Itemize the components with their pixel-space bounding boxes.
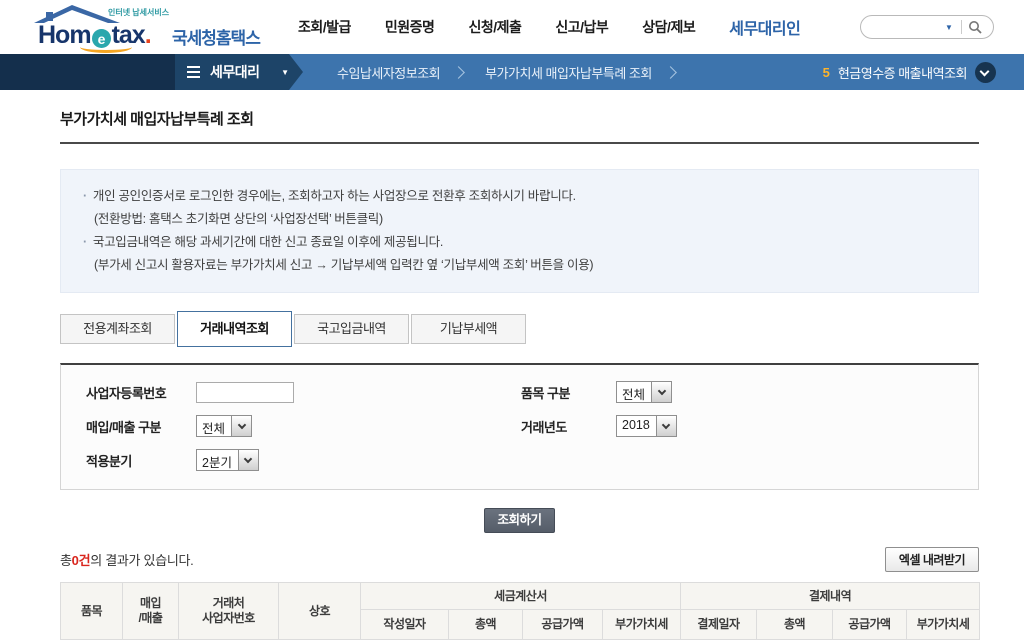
nav-item-report-pay[interactable]: 신고/납부	[555, 17, 608, 37]
excel-download-button[interactable]: 엑셀 내려받기	[884, 547, 979, 572]
col-header-company-name: 상호	[278, 582, 361, 640]
col-header-product: 품목	[60, 582, 123, 640]
logo-org-name: 국세청홈택스	[172, 29, 261, 48]
item-type-label: 품목 구분	[521, 385, 570, 401]
result-count-value: 0건	[71, 553, 91, 568]
nav-item-tax-agent[interactable]: 세무대리인	[729, 15, 801, 39]
select-arrow-icon	[237, 450, 258, 470]
col-header-payment-date: 결제일자	[680, 609, 758, 640]
col-header-issue-date: 작성일자	[360, 609, 449, 640]
gnb-left-strip	[0, 54, 178, 90]
biz-no-input[interactable]	[196, 381, 294, 403]
page-title: 부가가치세 매입자납부특례 조회	[60, 108, 979, 144]
nav-item-consult-report[interactable]: 상담/제보	[642, 17, 695, 37]
nav-item-civil-certificate[interactable]: 민원증명	[385, 17, 435, 37]
chevron-down-icon	[979, 66, 990, 76]
logo-orange-swoosh	[80, 41, 132, 53]
quick-link-expand-button[interactable]	[975, 61, 996, 83]
breadcrumb: 수임납세자정보조회 부가가치세 매입자납부특례 조회	[329, 63, 689, 82]
top-header: 인터넷 납세서비스 Hom e tax. 국세청홈택스 조회/발급 민원증명 신청/…	[0, 0, 1024, 54]
select-arrow-icon	[651, 382, 672, 402]
item-type-select[interactable]: 전체	[616, 381, 673, 403]
notice-line: 개인 공인인증서로 로그인한 경우에는, 조회하고자 하는 사업장으로 전환후 …	[83, 185, 956, 208]
col-header-pay-supply-value: 공급가액	[832, 609, 908, 640]
nav-item-apply-submit[interactable]: 신청/제출	[468, 17, 521, 37]
tab-bar: 전용계좌조회 거래내역조회 국고입금내역 기납부세액	[60, 311, 979, 347]
select-arrow-icon	[655, 416, 676, 436]
search-icon[interactable]	[966, 18, 984, 36]
notice-box: 개인 공인인증서로 로그인한 경우에는, 조회하고자 하는 사업장으로 전환후 …	[60, 169, 979, 293]
global-nav: 조회/발급 민원증명 신청/제출 신고/납부 상담/제보 세무대리인	[298, 15, 860, 39]
main-content: 부가가치세 매입자납부특례 조회 개인 공인인증서로 로그인한 경우에는, 조회…	[60, 108, 981, 640]
chevron-right-icon	[663, 65, 677, 79]
quarter-label: 적용분기	[86, 453, 132, 469]
search-input[interactable]	[871, 21, 941, 33]
quarter-select[interactable]: 2분기	[196, 449, 259, 471]
inout-type-select[interactable]: 전체	[196, 415, 253, 437]
col-header-supply-value: 공급가액	[522, 609, 603, 640]
side-menu-toggle[interactable]: 세무대리 ▼	[175, 54, 303, 90]
logo-red-dot: .	[144, 21, 152, 49]
result-count-text: 총0건의 결과가 있습니다.	[60, 553, 194, 568]
notice-subline: (부가세 신고시 활용자료는 부가가치세 신고 → 기납부세액 입력칸 옆 ‘기…	[94, 258, 594, 272]
col-header-total-amount: 총액	[448, 609, 523, 640]
search-divider	[960, 20, 962, 34]
quick-link-number: 5	[822, 64, 830, 80]
quick-link-banner: 5 현금영수증 매출내역조회	[823, 54, 996, 90]
col-header-pay-vat: 부가가치세	[906, 609, 981, 640]
tab-treasury-deposit[interactable]: 국고입금내역	[294, 314, 409, 344]
quick-link-label[interactable]: 현금영수증 매출내역조회	[838, 63, 968, 82]
col-header-partner-bizno: 거래처 사업자번호	[178, 582, 279, 640]
breadcrumb-bar: 세무대리 ▼ 수임납세자정보조회 부가가치세 매입자납부특례 조회 5 현금영수…	[0, 54, 1024, 90]
inout-type-label: 매입/매출 구분	[86, 419, 161, 435]
chevron-right-icon	[452, 65, 466, 79]
notice-line: 국고입금내역은 해당 과세기간에 대한 신고 종료일 이후에 제공됩니다.	[83, 231, 956, 254]
search-dropdown-icon[interactable]: ▼	[941, 23, 957, 32]
biz-no-label: 사업자등록번호	[86, 385, 167, 401]
hamburger-icon	[187, 66, 200, 78]
tab-prepaid-tax[interactable]: 기납부세액	[411, 314, 526, 344]
hometax-logo[interactable]: 인터넷 납세서비스 Hom e tax. 국세청홈택스	[34, 5, 280, 53]
results-table: 품목 매입/매출 거래처 사업자번호 상호 세금계산서 결제내역 작성일자 총액 …	[60, 582, 981, 640]
breadcrumb-item-1[interactable]: 수임납세자정보조회	[329, 63, 448, 82]
search-form: 사업자등록번호 품목 구분 전체 매입/매출 구분 전체 거래년도 2018 적…	[60, 363, 979, 490]
select-arrow-icon	[231, 416, 252, 436]
hometax-logo-mark: 인터넷 납세서비스 Hom e tax.	[34, 5, 170, 53]
col-header-pay-total-amount: 총액	[756, 609, 834, 640]
col-group-tax-invoice: 세금계산서	[359, 582, 682, 610]
logo-tagline: 인터넷 납세서비스	[108, 8, 170, 17]
nav-item-inquiry-issue[interactable]: 조회/발급	[298, 17, 351, 37]
col-header-inout: 매입/매출	[122, 582, 179, 640]
header-search-box[interactable]: ▼	[860, 15, 994, 39]
col-group-payment: 결제내역	[680, 582, 981, 610]
tab-transaction-history[interactable]: 거래내역조회	[177, 311, 292, 347]
notice-subline: (전환방법: 홈택스 초기화면 상단의 ‘사업장선택’ 버튼클릭)	[94, 212, 383, 226]
col-header-vat: 부가가치세	[601, 609, 682, 640]
trade-year-select[interactable]: 2018	[616, 415, 677, 437]
trade-year-label: 거래년도	[521, 419, 567, 435]
tab-dedicated-account[interactable]: 전용계좌조회	[60, 314, 175, 344]
menu-caret-icon: ▼	[281, 67, 289, 77]
search-submit-button[interactable]: 조회하기	[484, 508, 555, 533]
menu-title: 세무대리	[210, 64, 260, 80]
breadcrumb-item-2[interactable]: 부가가치세 매입자납부특례 조회	[477, 63, 660, 82]
